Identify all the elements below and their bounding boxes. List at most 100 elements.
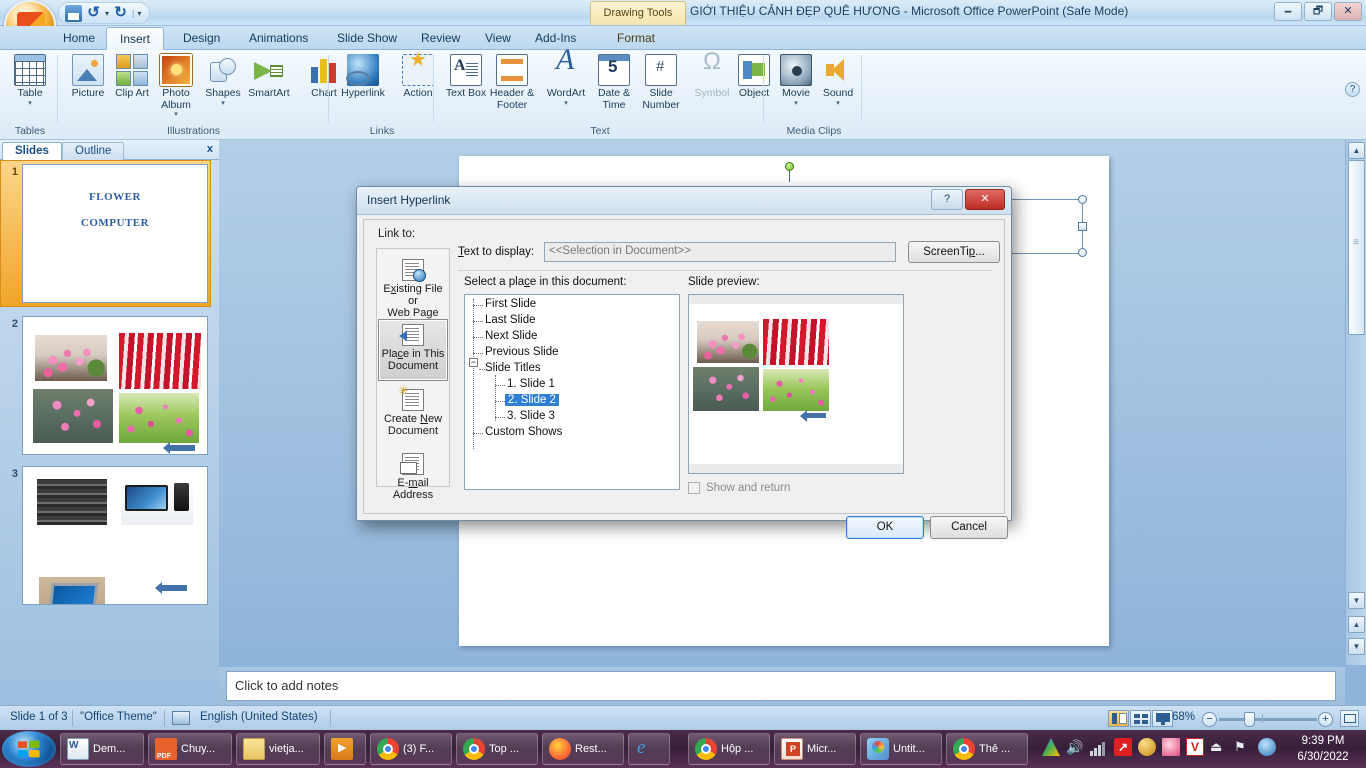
taskbar-item-chrome-4[interactable]: Thẻ ... bbox=[946, 733, 1028, 765]
action-center-flag-icon[interactable]: ⚑ bbox=[1234, 738, 1252, 756]
undo-dropdown-icon[interactable]: ▾ bbox=[105, 9, 109, 18]
scroll-down-icon[interactable]: ▼ bbox=[1348, 592, 1365, 609]
taskbar-item-folder[interactable]: vietja... bbox=[236, 733, 320, 765]
close-pane-icon[interactable]: x bbox=[207, 143, 213, 155]
tree-item-slide-3[interactable]: 3. Slide 3 bbox=[507, 410, 555, 422]
ribbon-button-hyperlink[interactable]: Hyperlink bbox=[334, 54, 392, 100]
fit-to-window-button[interactable] bbox=[1340, 710, 1359, 727]
selection-handle-bottom-right[interactable] bbox=[1078, 248, 1087, 257]
ok-button[interactable]: OK bbox=[846, 516, 924, 539]
tab-home[interactable]: Home bbox=[50, 27, 108, 50]
ribbon-button-slide-number[interactable]: Slide Number bbox=[634, 54, 688, 111]
tree-item-next-slide[interactable]: Next Slide bbox=[485, 330, 537, 342]
volume-icon[interactable]: 🔊 bbox=[1066, 738, 1084, 756]
notes-placeholder[interactable]: Click to add notes bbox=[226, 671, 1336, 701]
zoom-in-button[interactable]: + bbox=[1318, 712, 1333, 727]
tree-item-first-slide[interactable]: First Slide bbox=[485, 298, 536, 310]
shapes-dropdown-icon[interactable]: ▾ bbox=[197, 100, 249, 108]
wordart-dropdown-icon[interactable]: ▾ bbox=[540, 100, 592, 108]
teamviewer-icon[interactable] bbox=[1162, 738, 1180, 756]
scrollbar-thumb[interactable] bbox=[1348, 160, 1365, 335]
selection-handle-top-right[interactable] bbox=[1078, 195, 1087, 204]
taskbar-item-pdf[interactable]: PDF Chuy... bbox=[148, 733, 232, 765]
scroll-up-icon[interactable]: ▲ bbox=[1348, 142, 1365, 159]
slide-thumbnail-3[interactable]: 3 bbox=[12, 466, 208, 605]
network-icon[interactable] bbox=[1090, 738, 1108, 756]
slide-thumbnail-1[interactable]: 1 FLOWER COMPUTER bbox=[0, 160, 211, 307]
tab-review[interactable]: Review bbox=[408, 27, 473, 50]
ribbon-button-smartart[interactable]: SmartArt bbox=[240, 54, 298, 100]
avira-icon[interactable]: ↗ bbox=[1114, 738, 1132, 756]
tab-format[interactable]: Format bbox=[604, 27, 668, 50]
show-and-return-checkbox[interactable] bbox=[688, 482, 700, 494]
tab-design[interactable]: Design bbox=[170, 27, 233, 50]
redo-icon[interactable]: ↻ bbox=[112, 4, 129, 22]
ribbon-button-wordart[interactable]: WordArt ▾ bbox=[540, 54, 592, 108]
v-icon[interactable]: V bbox=[1186, 738, 1204, 756]
tree-item-last-slide[interactable]: Last Slide bbox=[485, 314, 536, 326]
taskbar-item-chrome-1[interactable]: (3) F... bbox=[370, 733, 452, 765]
tab-slides[interactable]: Slides bbox=[2, 142, 62, 160]
customize-qat-icon[interactable]: ▾ bbox=[137, 9, 141, 18]
taskbar-item-paint[interactable]: Untit... bbox=[860, 733, 942, 765]
link-to-email-address[interactable]: E-mail Address bbox=[378, 449, 448, 501]
minimize-button[interactable]: 🗕 bbox=[1274, 2, 1302, 21]
tree-item-slide-1[interactable]: 1. Slide 1 bbox=[507, 378, 555, 390]
link-to-place-in-this-document[interactable]: Place in This Document bbox=[378, 319, 448, 381]
link-to-existing-file-or-web-page[interactable]: Existing File or Web Page bbox=[378, 255, 448, 319]
ribbon-button-photo-album[interactable]: Photo Album ▾ bbox=[150, 54, 202, 119]
spell-check-icon[interactable] bbox=[172, 711, 190, 725]
taskbar-item-chrome-2[interactable]: Top ... bbox=[456, 733, 538, 765]
previous-slide-icon[interactable]: ▲ bbox=[1348, 616, 1365, 633]
tree-item-custom-shows[interactable]: Custom Shows bbox=[485, 426, 562, 438]
table-dropdown-icon[interactable]: ▾ bbox=[4, 100, 56, 108]
rotation-handle[interactable] bbox=[785, 162, 794, 171]
zoom-out-button[interactable]: − bbox=[1202, 712, 1217, 727]
tab-slide-show[interactable]: Slide Show bbox=[324, 27, 410, 50]
view-slide-show-button[interactable] bbox=[1152, 710, 1173, 727]
dialog-help-button[interactable]: ? bbox=[931, 189, 963, 210]
taskbar-item-powerpoint[interactable]: P Micr... bbox=[774, 733, 856, 765]
zoom-level-label[interactable]: 68% bbox=[1172, 711, 1195, 723]
safely-remove-icon[interactable]: ⏏ bbox=[1210, 738, 1228, 756]
view-normal-button[interactable] bbox=[1108, 710, 1129, 727]
unikey-icon[interactable] bbox=[1138, 738, 1156, 756]
updates-icon[interactable] bbox=[1258, 738, 1276, 756]
taskbar-item-word[interactable]: W Dem... bbox=[60, 733, 144, 765]
tree-item-slide-2[interactable]: 2. Slide 2 bbox=[505, 394, 559, 406]
selection-handle-middle-right[interactable] bbox=[1078, 222, 1087, 231]
slide-thumbnail-2[interactable]: 2 bbox=[12, 316, 208, 455]
taskbar-item-media-player[interactable]: ▶ bbox=[324, 733, 366, 765]
link-to-create-new-document[interactable]: Create New Document bbox=[378, 385, 448, 437]
view-slide-sorter-button[interactable] bbox=[1130, 710, 1151, 727]
tab-animations[interactable]: Animations bbox=[236, 27, 321, 50]
place-tree[interactable]: First Slide Last Slide Next Slide Previo… bbox=[464, 294, 680, 490]
cancel-button[interactable]: Cancel bbox=[930, 516, 1008, 539]
next-slide-icon[interactable]: ▼ bbox=[1348, 638, 1365, 655]
photo-album-dropdown-icon[interactable]: ▾ bbox=[150, 111, 202, 119]
save-icon[interactable] bbox=[65, 4, 82, 22]
close-button[interactable]: ✕ bbox=[1334, 2, 1362, 21]
undo-icon[interactable]: ↺ bbox=[85, 4, 102, 22]
taskbar-clock[interactable]: 9:39 PM 6/30/2022 bbox=[1286, 733, 1360, 765]
help-icon[interactable]: ? bbox=[1345, 82, 1360, 97]
start-button[interactable] bbox=[2, 731, 56, 767]
tab-insert[interactable]: Insert bbox=[106, 27, 165, 50]
vertical-scrollbar[interactable]: ▲ ▼ ▲ ▼ bbox=[1345, 140, 1366, 665]
sound-dropdown-icon[interactable]: ▾ bbox=[812, 100, 864, 108]
tree-expander-slide-titles[interactable]: − bbox=[469, 358, 478, 367]
restore-button[interactable]: 🗗 bbox=[1304, 2, 1332, 21]
status-theme[interactable]: "Office Theme" bbox=[80, 711, 157, 723]
ribbon-button-header-footer[interactable]: Header & Footer bbox=[484, 54, 540, 111]
text-to-display-input[interactable]: <<Selection in Document>> bbox=[544, 242, 896, 262]
ribbon-button-date-time[interactable]: Date & Time bbox=[588, 54, 640, 111]
zoom-slider-track[interactable] bbox=[1219, 718, 1317, 721]
tree-item-previous-slide[interactable]: Previous Slide bbox=[485, 346, 559, 358]
tab-view[interactable]: View bbox=[472, 27, 524, 50]
ribbon-button-sound[interactable]: Sound ▾ bbox=[812, 54, 864, 108]
taskbar-item-internet-explorer[interactable]: e bbox=[628, 733, 670, 765]
taskbar-item-firefox[interactable]: Rest... bbox=[542, 733, 624, 765]
tree-item-slide-titles[interactable]: Slide Titles bbox=[485, 362, 541, 374]
taskbar-item-chrome-3[interactable]: Hộp ... bbox=[688, 733, 770, 765]
ribbon-button-table[interactable]: Table ▾ bbox=[4, 54, 56, 108]
